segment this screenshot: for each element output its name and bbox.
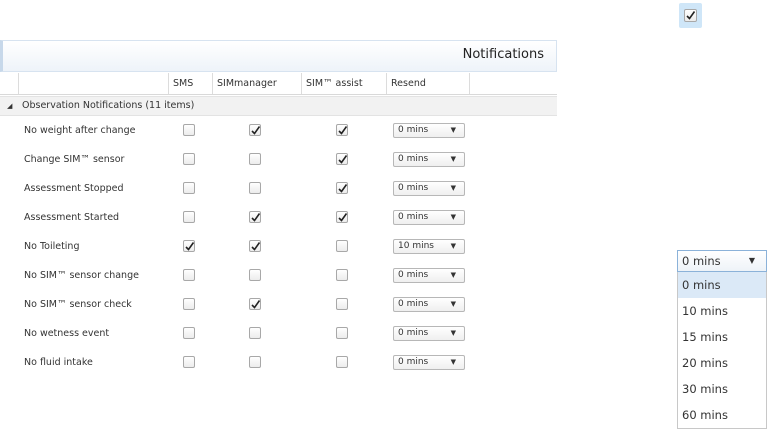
sim-assist-checkbox[interactable] — [336, 124, 348, 136]
sms-checkbox[interactable] — [183, 298, 195, 310]
simmanager-checkbox[interactable] — [249, 356, 261, 368]
chevron-down-icon: ▼ — [450, 213, 456, 221]
table-row: Change SIM™ sensor 0 mins ▼ — [0, 145, 557, 174]
chevron-down-icon: ▼ — [748, 256, 755, 265]
simmanager-checkbox[interactable] — [249, 298, 261, 310]
sim-assist-checkbox[interactable] — [336, 356, 348, 368]
group-label: Observation Notifications (11 items) — [22, 100, 195, 111]
sms-checkbox[interactable] — [183, 124, 195, 136]
table-row: No wetness event 0 mins ▼ — [0, 319, 557, 348]
row-name: No wetness event — [24, 328, 110, 339]
sms-checkbox[interactable] — [183, 327, 195, 339]
group-row[interactable]: ◢ Observation Notifications (11 items) — [0, 96, 557, 116]
resend-select[interactable]: 0 mins ▼ — [393, 181, 465, 196]
resend-dropdown-selected[interactable]: 0 mins ▼ — [677, 250, 767, 272]
chevron-down-icon: ▼ — [450, 300, 456, 308]
resend-value: 0 mins — [398, 270, 429, 280]
table-row: No Toileting 10 mins ▼ — [0, 232, 557, 261]
chevron-down-icon: ▼ — [450, 329, 456, 337]
sms-checkbox[interactable] — [183, 269, 195, 281]
sim-assist-checkbox[interactable] — [336, 327, 348, 339]
simmanager-checkbox[interactable] — [249, 327, 261, 339]
sim-assist-checkbox[interactable] — [336, 298, 348, 310]
page-title: Notifications — [462, 47, 544, 62]
chevron-down-icon: ▼ — [450, 271, 456, 279]
column-header-simmanager[interactable]: SIMmanager — [212, 73, 301, 94]
table-row: No SIM™ sensor change 0 mins ▼ — [0, 261, 557, 290]
simmanager-checkbox[interactable] — [249, 211, 261, 223]
row-name: Assessment Stopped — [24, 183, 124, 194]
sms-checkbox[interactable] — [183, 211, 195, 223]
collapse-triangle-icon[interactable]: ◢ — [7, 97, 12, 115]
dropdown-option[interactable]: 10 mins — [678, 298, 766, 324]
resend-select[interactable]: 0 mins ▼ — [393, 152, 465, 167]
dropdown-option[interactable]: 20 mins — [678, 350, 766, 376]
sim-assist-checkbox[interactable] — [336, 240, 348, 252]
resend-dropdown-list: 0 mins 10 mins 15 mins 20 mins 30 mins 6… — [677, 272, 767, 429]
dropdown-option[interactable]: 15 mins — [678, 324, 766, 350]
notifications-header: Notifications — [0, 40, 557, 72]
resend-select[interactable]: 0 mins ▼ — [393, 326, 465, 341]
column-header-sim-assist[interactable]: SIM™ assist — [301, 73, 386, 94]
resend-select[interactable]: 0 mins ▼ — [393, 123, 465, 138]
table-row: No fluid intake 0 mins ▼ — [0, 348, 557, 377]
sample-checkbox[interactable] — [679, 3, 702, 28]
row-name: No fluid intake — [24, 357, 93, 368]
resend-select[interactable]: 0 mins ▼ — [393, 297, 465, 312]
resend-value: 0 mins — [398, 154, 429, 164]
chevron-down-icon: ▼ — [450, 184, 456, 192]
chevron-down-icon: ▼ — [450, 358, 456, 366]
simmanager-checkbox[interactable] — [249, 153, 261, 165]
row-name: Assessment Started — [24, 212, 120, 223]
resend-select[interactable]: 0 mins ▼ — [393, 268, 465, 283]
sms-checkbox[interactable] — [183, 356, 195, 368]
sms-checkbox[interactable] — [183, 153, 195, 165]
resend-value: 0 mins — [398, 357, 429, 367]
resend-dropdown[interactable]: 0 mins ▼ 0 mins 10 mins 15 mins 20 mins … — [677, 250, 767, 429]
chevron-down-icon: ▼ — [450, 155, 456, 163]
column-header-name — [18, 73, 168, 94]
table-row: Assessment Stopped 0 mins ▼ — [0, 174, 557, 203]
resend-select[interactable]: 0 mins ▼ — [393, 355, 465, 370]
resend-select[interactable]: 10 mins ▼ — [393, 239, 465, 254]
table-row: Assessment Started 0 mins ▼ — [0, 203, 557, 232]
row-name: No Toileting — [24, 241, 80, 252]
resend-value: 0 mins — [398, 212, 429, 222]
table-row: No SIM™ sensor check 0 mins ▼ — [0, 290, 557, 319]
sms-checkbox[interactable] — [183, 182, 195, 194]
checkbox-checked-icon — [684, 9, 697, 22]
chevron-down-icon: ▼ — [450, 126, 456, 134]
row-name: No weight after change — [24, 125, 136, 136]
row-name: No SIM™ sensor check — [24, 299, 132, 310]
resend-value: 0 mins — [398, 328, 429, 338]
row-name: Change SIM™ sensor — [24, 154, 125, 165]
sim-assist-checkbox[interactable] — [336, 153, 348, 165]
simmanager-checkbox[interactable] — [249, 269, 261, 281]
column-header-sms[interactable]: SMS — [168, 73, 212, 94]
column-header-row: SMS SIMmanager SIM™ assist Resend — [0, 73, 557, 95]
sim-assist-checkbox[interactable] — [336, 211, 348, 223]
resend-select[interactable]: 0 mins ▼ — [393, 210, 465, 225]
resend-value: 10 mins — [398, 241, 434, 251]
simmanager-checkbox[interactable] — [249, 124, 261, 136]
table-row: No weight after change 0 mins ▼ — [0, 116, 557, 145]
resend-value: 0 mins — [398, 125, 429, 135]
dropdown-option[interactable]: 60 mins — [678, 402, 766, 428]
resend-value: 0 mins — [398, 299, 429, 309]
dropdown-option[interactable]: 30 mins — [678, 376, 766, 402]
dropdown-option[interactable]: 0 mins — [678, 272, 766, 298]
sms-checkbox[interactable] — [183, 240, 195, 252]
resend-dropdown-value: 0 mins — [682, 254, 721, 268]
sim-assist-checkbox[interactable] — [336, 182, 348, 194]
column-header-resend[interactable]: Resend — [386, 73, 470, 94]
row-name: No SIM™ sensor change — [24, 270, 139, 281]
simmanager-checkbox[interactable] — [249, 240, 261, 252]
resend-value: 0 mins — [398, 183, 429, 193]
chevron-down-icon: ▼ — [450, 242, 456, 250]
sim-assist-checkbox[interactable] — [336, 269, 348, 281]
simmanager-checkbox[interactable] — [249, 182, 261, 194]
